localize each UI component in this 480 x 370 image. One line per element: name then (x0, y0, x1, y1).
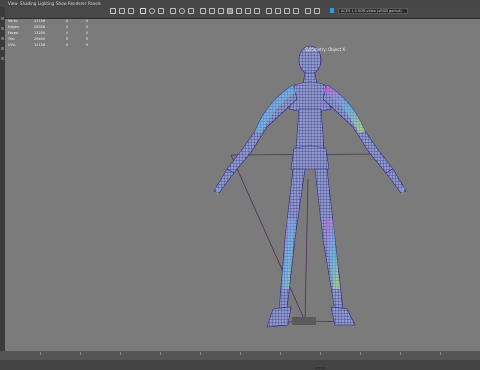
menu-shading[interactable]: Shading (20, 0, 36, 7)
isolate-icon[interactable] (275, 8, 281, 14)
time-tick (200, 352, 201, 355)
select-tool-icon[interactable] (110, 8, 116, 14)
viewport-menubar: View Shading Lighting Show Renderer Pane… (0, 0, 480, 7)
symmetry-label: Symmetry: Object X (305, 47, 346, 52)
mesh-wireframe (213, 45, 407, 328)
menu-view[interactable]: View (8, 0, 18, 7)
time-tick (360, 352, 361, 355)
menu-renderer[interactable]: Renderer (68, 0, 86, 7)
time-tick (240, 352, 241, 355)
camera-icon[interactable] (200, 8, 206, 14)
time-tick (120, 352, 121, 355)
time-tick (440, 352, 441, 355)
dof-icon[interactable] (305, 8, 311, 14)
texture-icon[interactable] (236, 8, 242, 14)
menu-lighting[interactable]: Lighting (38, 0, 54, 7)
rotate-icon[interactable] (149, 8, 155, 14)
shadow-icon[interactable] (254, 8, 260, 14)
3d-viewport[interactable]: Verts: 13158 0 0 Edges: 26356 0 0 Faces:… (5, 18, 480, 370)
aa-icon[interactable] (293, 8, 299, 14)
grid-toggle-icon[interactable] (209, 8, 215, 14)
camera-name-label: persp (315, 366, 325, 370)
shelf-tool[interactable] (1, 47, 4, 50)
ao-icon[interactable] (284, 8, 290, 14)
scale-icon[interactable] (158, 8, 164, 14)
shaded-icon[interactable] (227, 8, 233, 14)
menu-panels[interactable]: Panels (88, 0, 101, 7)
color-management-toggle[interactable] (330, 8, 334, 13)
character-mesh[interactable] (5, 19, 480, 361)
time-slider[interactable] (0, 351, 480, 360)
time-tick (280, 352, 281, 355)
time-tick (40, 352, 41, 355)
snap-grid-icon[interactable] (170, 8, 176, 14)
rig-guide-lines (230, 153, 383, 324)
view-transform-field[interactable]: ACES 1.0 SDR-video (sRGB gamut) (338, 8, 408, 14)
time-tick (400, 352, 401, 355)
paint-icon[interactable] (128, 8, 134, 14)
time-tick (80, 352, 81, 355)
move-icon[interactable] (140, 8, 146, 14)
lasso-icon[interactable] (119, 8, 125, 14)
time-tick (320, 352, 321, 355)
shelf-tool[interactable] (1, 57, 4, 60)
xray-icon[interactable] (266, 8, 272, 14)
shelf-tool[interactable] (1, 27, 4, 30)
snap-point-icon[interactable] (188, 8, 194, 14)
resolution-gate-icon[interactable] (314, 8, 320, 14)
light-icon[interactable] (245, 8, 251, 14)
menu-show[interactable]: Show (56, 0, 67, 7)
snap-curve-icon[interactable] (179, 8, 185, 14)
wireframe-icon[interactable] (218, 8, 224, 14)
shelf-tool[interactable] (1, 17, 4, 20)
shelf-tool[interactable] (1, 37, 4, 40)
ground-pivot (292, 317, 316, 325)
time-tick (160, 352, 161, 355)
